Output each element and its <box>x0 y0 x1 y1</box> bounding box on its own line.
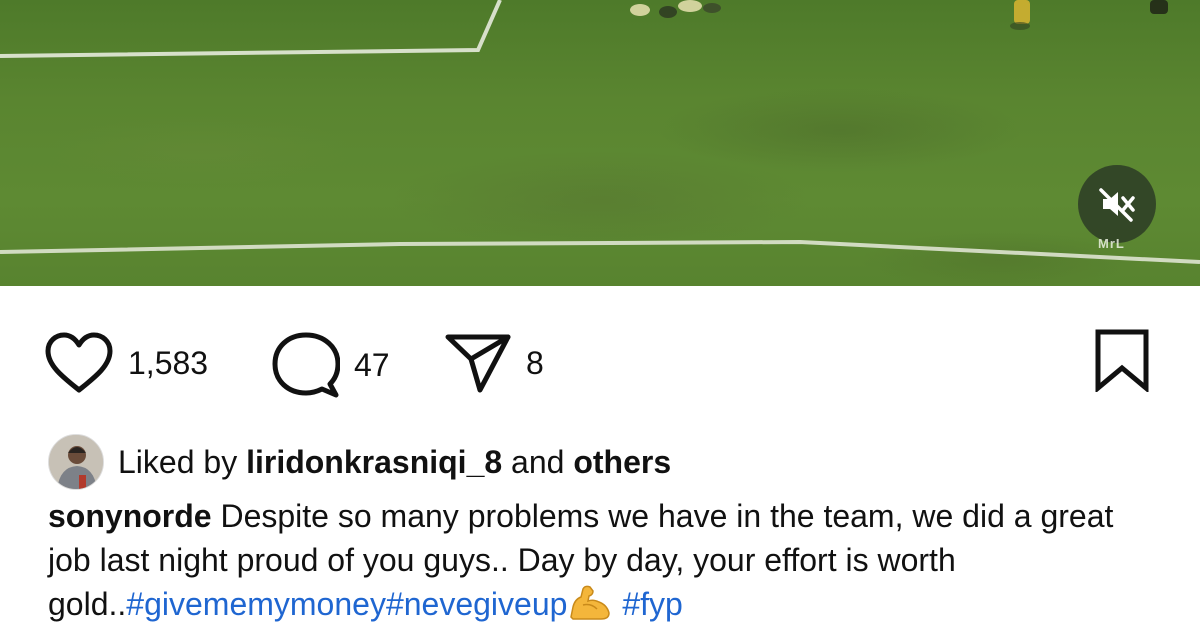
liked-by-prefix: Liked by <box>118 443 238 480</box>
liked-by-text: Liked by liridonkrasniqi_8 and others <box>118 444 671 481</box>
bookmark-icon <box>1095 329 1149 392</box>
like-button[interactable]: 1,583 <box>44 332 208 394</box>
comment-count[interactable]: 47 <box>354 347 390 384</box>
share-count[interactable]: 8 <box>526 345 544 382</box>
hashtag-link[interactable]: #nevegiveup <box>386 586 567 622</box>
like-count[interactable]: 1,583 <box>128 345 208 382</box>
liked-by-user-link[interactable]: liridonkrasniqi_8 <box>246 444 502 480</box>
hashtag-link[interactable]: #givememymoney <box>126 586 386 622</box>
liked-by-row: Liked by liridonkrasniqi_8 and others <box>48 434 671 490</box>
video-player[interactable]: MrL <box>0 0 1200 286</box>
mute-button[interactable] <box>1078 165 1156 243</box>
comment-bubble-icon <box>272 332 340 398</box>
speaker-muted-icon <box>1099 188 1135 222</box>
flexed-biceps-emoji <box>567 585 613 630</box>
liked-by-connector: and <box>511 443 565 480</box>
save-button[interactable] <box>1094 328 1150 392</box>
action-bar: 1,583 47 8 <box>0 320 1200 400</box>
liked-by-others-link[interactable]: others <box>573 444 671 480</box>
paper-plane-icon <box>445 334 511 393</box>
heart-icon <box>45 332 113 393</box>
hashtag-link[interactable]: #fyp <box>622 586 682 622</box>
post-caption: sonynorde Despite so many problems we ha… <box>48 494 1158 630</box>
players <box>630 0 1168 30</box>
avatar[interactable] <box>48 434 104 490</box>
person-avatar-image <box>49 435 103 489</box>
video-watermark: MrL <box>1098 236 1125 251</box>
share-button[interactable]: 8 <box>444 332 544 394</box>
pitch-lines <box>0 0 1200 264</box>
comment-button[interactable]: 47 <box>272 332 390 398</box>
caption-username[interactable]: sonynorde <box>48 498 212 534</box>
